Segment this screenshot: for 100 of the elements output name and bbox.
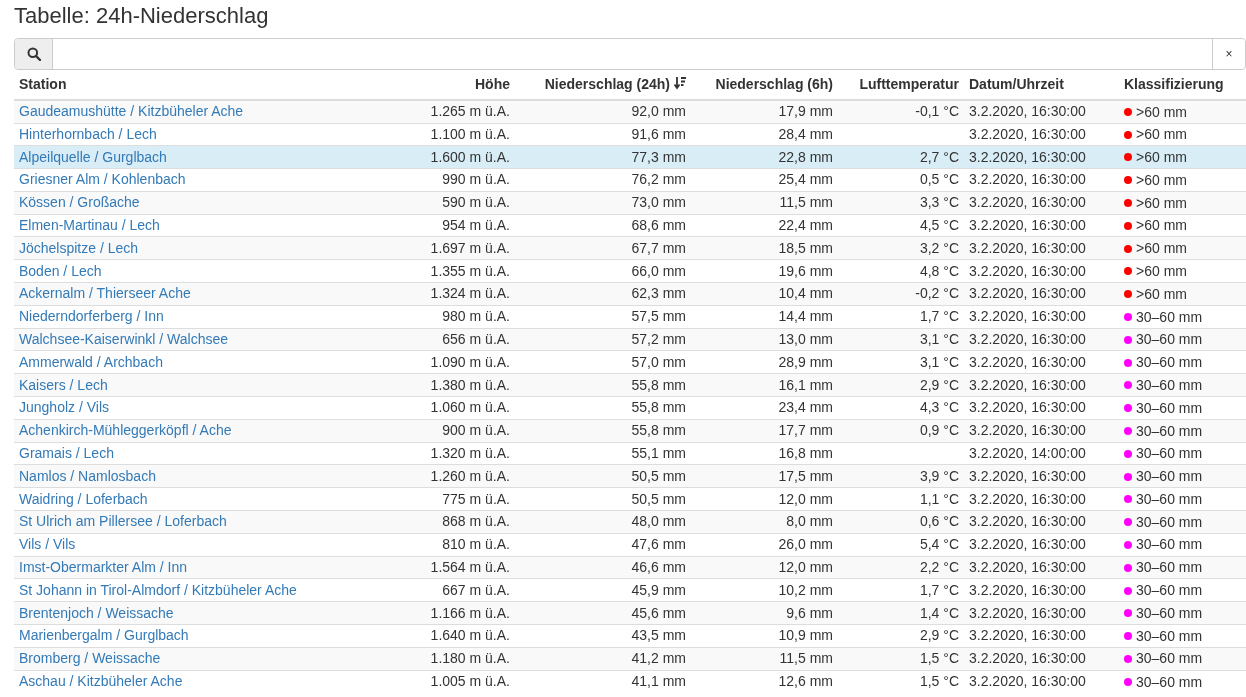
classification-label: 30–60 mm [1136, 672, 1203, 692]
classification-label: 30–60 mm [1136, 581, 1203, 601]
station-link[interactable]: St Ulrich am Pillersee / Loferbach [19, 513, 227, 530]
station-link[interactable]: Achenkirch-Mühleggerköpfl / Ache [19, 422, 232, 439]
table-cell: 3,3 °C [919, 194, 959, 211]
table-row[interactable]: Gramais / Lech 1.320 m ü.A. 55,1 mm 16,8 mm 3.2.2020, 14:00:00 30–60 mm [14, 442, 1246, 465]
classification-label: 30–60 mm [1136, 512, 1203, 532]
column-header[interactable]: Höhe [400, 70, 515, 100]
column-header[interactable]: Lufttemperatur [838, 70, 964, 100]
table-cell: 10,4 mm [778, 285, 833, 302]
table-cell: 9,6 mm [786, 604, 833, 621]
table-cell: 43,5 mm [631, 627, 686, 644]
station-link[interactable]: Walchsee-Kaiserwinkl / Walchsee [19, 331, 229, 348]
station-link[interactable]: Hinterhornbach / Lech [19, 125, 157, 142]
table-cell: 3.2.2020, 16:30:00 [969, 171, 1086, 188]
table-row[interactable]: Waidring / Loferbach 775 m ü.A. 50,5 mm 12,0 mm 1,1 °C 3.2.2020, 16:30:00 30–60 mm [14, 487, 1246, 511]
table-cell: 47,6 mm [631, 536, 686, 553]
station-link[interactable]: Aschau / Kitzbüheler Ache [19, 673, 183, 690]
station-link[interactable]: Namlos / Namlosbach [19, 467, 156, 484]
table-row[interactable]: Boden / Lech 1.355 m ü.A. 66,0 mm 19,6 mm 4,8 °C 3.2.2020, 16:30:00 >60 mm [14, 259, 1246, 283]
table-cell: 3.2.2020, 16:30:00 [969, 536, 1086, 553]
column-header[interactable]: Datum/Uhrzeit [964, 70, 1119, 100]
table-row[interactable]: Namlos / Namlosbach 1.260 m ü.A. 50,5 mm 17,5 mm 3,9 °C 3.2.2020, 16:30:00 30–60 mm [14, 464, 1246, 488]
station-link[interactable]: Waidring / Loferbach [19, 490, 148, 507]
station-link[interactable]: Bromberg / Weissache [19, 650, 161, 667]
table-row[interactable]: Gaudeamushütte / Kitzbüheler Ache 1.265 m ü.A. 92,0 mm 17,9 mm -0,1 °C 3.2.2020, 16:30:00 >60 mm [14, 100, 1246, 123]
station-link[interactable]: Griesner Alm / Kohlenbach [19, 171, 186, 188]
table-row[interactable]: Imst-Obermarkter Alm / Inn 1.564 m ü.A. 46,6 mm 12,0 mm 2,2 °C 3.2.2020, 16:30:00 30–60 mm [14, 556, 1246, 579]
table-row[interactable]: Ackernalm / Thierseer Ache 1.324 m ü.A. 62,3 mm 10,4 mm -0,2 °C 3.2.2020, 16:30:00 >60 mm [14, 282, 1246, 306]
station-link[interactable]: Vils / Vils [19, 536, 76, 553]
table-row[interactable]: Jöchelspitze / Lech 1.697 m ü.A. 67,7 mm 18,5 mm 3,2 °C 3.2.2020, 16:30:00 >60 mm [14, 237, 1246, 260]
table-row[interactable]: Elmen-Martinau / Lech 954 m ü.A. 68,6 mm 22,4 mm 4,5 °C 3.2.2020, 16:30:00 >60 mm [14, 214, 1246, 237]
table-row[interactable]: Marienbergalm / Gurglbach 1.640 m ü.A. 43,5 mm 10,9 mm 2,9 °C 3.2.2020, 16:30:00 30–60 mm [14, 624, 1246, 648]
classification-label: 30–60 mm [1136, 467, 1203, 487]
table-cell: 1,5 °C [919, 673, 959, 690]
column-header[interactable]: Niederschlag (6h) [691, 70, 838, 100]
table-row[interactable]: Jungholz / Vils 1.060 m ü.A. 55,8 mm 23,4 mm 4,3 °C 3.2.2020, 16:30:00 30–60 mm [14, 396, 1246, 420]
column-header[interactable]: Station [14, 70, 400, 100]
classification-label: >60 mm [1136, 284, 1187, 304]
classification-label: 30–60 mm [1136, 353, 1203, 373]
table-cell: 1.100 m ü.A. [430, 125, 510, 142]
table-cell: 12,0 mm [778, 559, 833, 576]
station-link[interactable]: Brentenjoch / Weissache [19, 604, 174, 621]
table-row[interactable]: Walchsee-Kaiserwinkl / Walchsee 656 m ü.A. 57,2 mm 13,0 mm 3,1 °C 3.2.2020, 16:30:00 30–60 mm [14, 328, 1246, 351]
station-link[interactable]: Niederndorferberg / Inn [19, 308, 164, 325]
table-cell: 1,5 °C [919, 650, 959, 667]
table-cell: 28,4 mm [778, 125, 833, 142]
station-link[interactable]: Jöchelspitze / Lech [19, 239, 139, 256]
classification-label: 30–60 mm [1136, 421, 1203, 441]
table-row[interactable]: Kössen / Großache 590 m ü.A. 73,0 mm 11,5 mm 3,3 °C 3.2.2020, 16:30:00 >60 mm [14, 191, 1246, 215]
station-link[interactable]: Gaudeamushütte / Kitzbüheler Ache [19, 103, 244, 120]
table-cell: 2,9 °C [919, 376, 959, 393]
station-link[interactable]: Kaisers / Lech [19, 376, 108, 393]
station-link[interactable]: Imst-Obermarkter Alm / Inn [19, 559, 188, 576]
station-link[interactable]: Alpeilquelle / Gurglbach [19, 148, 167, 165]
table-cell: 12,0 mm [778, 490, 833, 507]
table-cell: 3.2.2020, 16:30:00 [969, 490, 1086, 507]
table-cell: 17,9 mm [778, 103, 833, 120]
station-link[interactable]: Gramais / Lech [19, 445, 114, 462]
table-row[interactable]: Niederndorferberg / Inn 980 m ü.A. 57,5 mm 14,4 mm 1,7 °C 3.2.2020, 16:30:00 30–60 mm [14, 305, 1246, 329]
table-cell: 3,1 °C [919, 331, 959, 348]
station-link[interactable]: St Johann in Tirol-Almdorf / Kitzbüheler Ache [19, 581, 297, 598]
table-cell: 5,4 °C [919, 536, 959, 553]
table-row[interactable]: Achenkirch-Mühleggerköpfl / Ache 900 m ü.A. 55,8 mm 17,7 mm 0,9 °C 3.2.2020, 16:30:00 30–60 mm [14, 419, 1246, 443]
table-row[interactable]: St Ulrich am Pillersee / Loferbach 868 m ü.A. 48,0 mm 8,0 mm 0,6 °C 3.2.2020, 16:30:00 30–60 mm [14, 510, 1246, 534]
table-row[interactable]: Bromberg / Weissache 1.180 m ü.A. 41,2 mm 11,5 mm 1,5 °C 3.2.2020, 16:30:00 30–60 mm [14, 647, 1246, 671]
table-cell: 3.2.2020, 16:30:00 [969, 559, 1086, 576]
station-link[interactable]: Marienbergalm / Gurglbach [19, 627, 189, 644]
table-cell: 4,3 °C [919, 399, 959, 416]
table-row[interactable]: St Johann in Tirol-Almdorf / Kitzbüheler Ache 667 m ü.A. 45,9 mm 10,2 mm 1,7 °C 3.2.2020, 16:30:00 30–60 mm [14, 578, 1246, 602]
table-row[interactable]: Ammerwald / Archbach 1.090 m ü.A. 57,0 mm 28,9 mm 3,1 °C 3.2.2020, 16:30:00 30–60 mm [14, 350, 1246, 374]
table-row[interactable]: Kaisers / Lech 1.380 m ü.A. 55,8 mm 16,1 mm 2,9 °C 3.2.2020, 16:30:00 30–60 mm [14, 373, 1246, 397]
table-row[interactable]: Griesner Alm / Kohlenbach 990 m ü.A. 76,2 mm 25,4 mm 0,5 °C 3.2.2020, 16:30:00 >60 mm [14, 168, 1246, 192]
station-link[interactable]: Boden / Lech [19, 262, 102, 279]
table-cell: 3.2.2020, 16:30:00 [969, 262, 1086, 279]
table-cell: 0,5 °C [919, 171, 959, 188]
station-link[interactable]: Ackernalm / Thierseer Ache [19, 285, 191, 302]
table-row[interactable]: Hinterhornbach / Lech 1.100 m ü.A. 91,6 mm 28,4 mm 3.2.2020, 16:30:00 >60 mm [14, 123, 1246, 146]
table-cell: 3.2.2020, 16:30:00 [969, 581, 1086, 598]
search-button[interactable] [15, 39, 53, 69]
station-link[interactable]: Elmen-Martinau / Lech [19, 217, 160, 234]
classification-label: 30–60 mm [1136, 330, 1203, 350]
table-cell: 46,6 mm [631, 559, 686, 576]
classification-label: 30–60 mm [1136, 398, 1203, 418]
table-cell: 66,0 mm [631, 262, 686, 279]
table-row[interactable]: Vils / Vils 810 m ü.A. 47,6 mm 26,0 mm 5,4 °C 3.2.2020, 16:30:00 30–60 mm [14, 533, 1246, 557]
table-cell: 3.2.2020, 16:30:00 [969, 103, 1086, 120]
table-cell: 16,8 mm [778, 445, 833, 462]
table-cell: 22,4 mm [778, 217, 833, 234]
table-row[interactable]: Brentenjoch / Weissache 1.166 m ü.A. 45,6 mm 9,6 mm 1,4 °C 3.2.2020, 16:30:00 30–60 mm [14, 601, 1246, 625]
station-link[interactable]: Ammerwald / Archbach [19, 353, 163, 370]
table-cell: 4,5 °C [919, 217, 959, 234]
station-link[interactable]: Kössen / Großache [19, 194, 140, 211]
station-link[interactable]: Jungholz / Vils [19, 399, 109, 416]
column-header[interactable]: Niederschlag (24h) [515, 70, 691, 100]
table-cell: 41,1 mm [631, 673, 686, 690]
table-cell: 11,5 mm [779, 194, 833, 211]
clear-button[interactable]: × [1212, 39, 1245, 69]
table-cell: 55,1 mm [631, 445, 686, 462]
column-header[interactable]: Klassifizierung [1119, 70, 1246, 100]
